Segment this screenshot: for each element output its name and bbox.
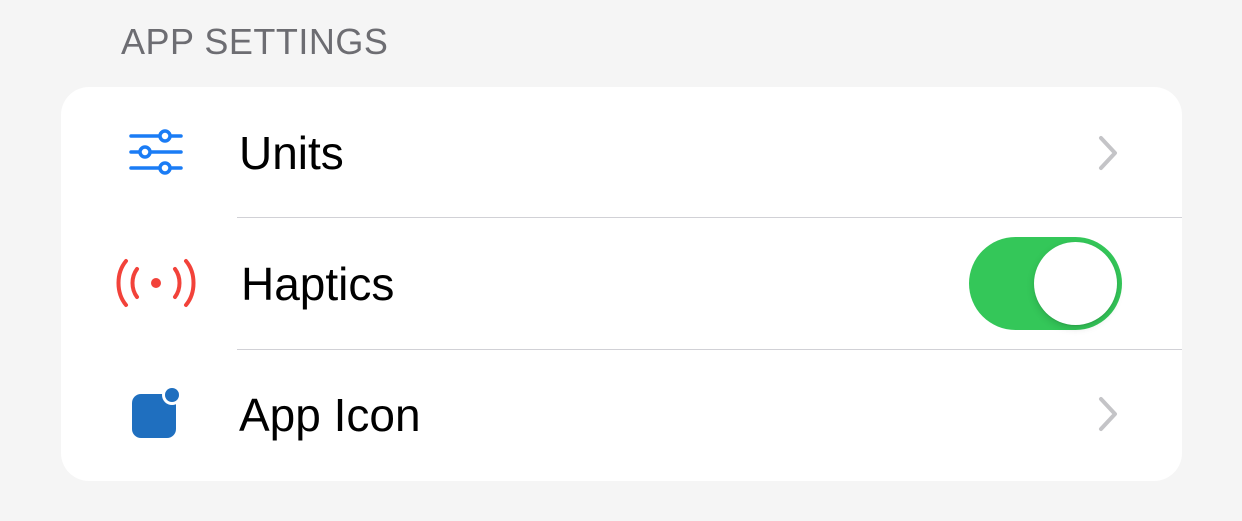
settings-row-label: App Icon: [239, 389, 421, 441]
settings-row-units[interactable]: Units: [61, 87, 1182, 218]
toggle-knob: [1034, 242, 1117, 325]
settings-row-haptics: Haptics: [61, 218, 1182, 349]
app-icon-badge-icon: [113, 371, 199, 457]
settings-row-app-icon[interactable]: App Icon: [61, 349, 1182, 480]
chevron-right-icon: [1096, 395, 1120, 433]
settings-row-label: Units: [239, 127, 344, 179]
sliders-icon: [113, 109, 199, 195]
chevron-right-icon: [1096, 134, 1120, 172]
haptics-toggle[interactable]: [969, 237, 1122, 330]
section-header: APP SETTINGS: [121, 21, 389, 62]
settings-row-label: Haptics: [241, 258, 395, 310]
haptics-waves-icon: [111, 240, 201, 326]
settings-card: Units Haptics App Icon: [61, 87, 1182, 481]
